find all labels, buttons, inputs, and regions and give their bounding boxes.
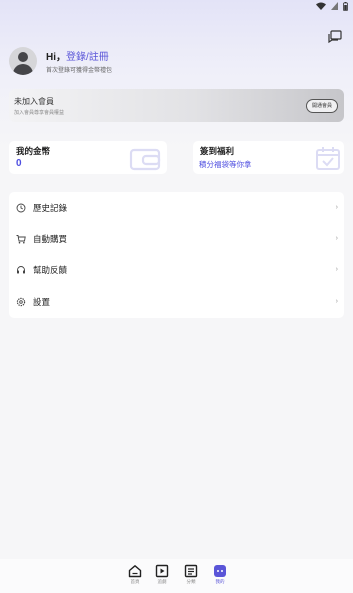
greeting-text: Hi， bbox=[46, 52, 66, 63]
sign-in-desc: 積分福袋等你拿 bbox=[199, 160, 252, 169]
tab-label-mine: 我的 bbox=[215, 579, 225, 584]
menu-label-auto-buy: 自動購買 bbox=[33, 233, 68, 244]
greeting: Hi，登錄/註冊 bbox=[46, 48, 109, 63]
tab-category[interactable]: 分類 bbox=[177, 564, 205, 590]
sign-in-card[interactable]: 簽到福利 積分福袋等你拿 bbox=[193, 141, 344, 174]
tab-drama[interactable]: 追劇 bbox=[148, 564, 176, 590]
vip-subtitle: 加入會員尊享會員權益 bbox=[14, 110, 65, 116]
profile-section[interactable]: Hi，登錄/註冊 首次登錄可獲得金幣禮包 bbox=[8, 44, 345, 78]
menu-list: 歷史記錄 › 自動購買 › 幫助反饋 › 設置 › bbox=[9, 192, 344, 318]
tab-label-drama: 追劇 bbox=[157, 579, 167, 584]
login-register-link[interactable]: 登錄/註冊 bbox=[66, 52, 109, 63]
chevron-right-icon: › bbox=[335, 266, 338, 273]
chevron-right-icon: › bbox=[335, 235, 338, 242]
sim-icon bbox=[330, 1, 338, 11]
menu-item-settings[interactable]: 設置 › bbox=[9, 286, 344, 317]
settings-icon bbox=[16, 297, 26, 306]
avatar[interactable] bbox=[9, 47, 37, 75]
status-bar bbox=[0, 0, 353, 12]
vip-banner[interactable]: 未加入會員 加入會員尊享會員權益 開通會員 bbox=[9, 89, 344, 122]
calendar-check-icon bbox=[316, 147, 340, 170]
menu-item-help-feedback[interactable]: 幫助反饋 › bbox=[9, 254, 344, 285]
sign-in-title: 簽到福利 bbox=[200, 146, 235, 156]
menu-item-auto-buy[interactable]: 自動購買 › bbox=[9, 223, 344, 254]
coins-title: 我的金幣 bbox=[16, 146, 51, 156]
home-icon bbox=[128, 565, 142, 578]
menu-label-settings: 設置 bbox=[33, 296, 51, 307]
tab-label-category: 分類 bbox=[186, 579, 196, 584]
menu-item-history[interactable]: 歷史記錄 › bbox=[9, 192, 344, 223]
history-icon bbox=[16, 203, 26, 212]
my-coins-card[interactable]: 我的金幣 0 bbox=[9, 141, 167, 174]
login-subtitle: 首次登錄可獲得金幣禮包 bbox=[46, 68, 113, 74]
menu-label-history: 歷史記錄 bbox=[33, 202, 68, 213]
coins-value: 0 bbox=[16, 158, 22, 169]
cart-icon bbox=[16, 234, 26, 243]
headphones-icon bbox=[17, 265, 25, 273]
tab-mine[interactable]: 我的 bbox=[206, 564, 234, 590]
chevron-right-icon: › bbox=[335, 204, 338, 211]
wallet-icon bbox=[129, 148, 161, 171]
menu-label-help-feedback: 幫助反饋 bbox=[33, 264, 68, 275]
chevron-right-icon: › bbox=[335, 298, 338, 305]
play-icon bbox=[155, 564, 169, 578]
profile-icon bbox=[214, 565, 226, 577]
tab-label-home: 首頁 bbox=[130, 579, 140, 584]
open-vip-button[interactable]: 開通會員 bbox=[305, 99, 338, 113]
vip-title: 未加入會員 bbox=[14, 97, 54, 106]
message-icon[interactable] bbox=[327, 30, 343, 44]
list-icon bbox=[184, 564, 198, 578]
battery-icon bbox=[342, 1, 348, 11]
tab-home[interactable]: 首頁 bbox=[121, 564, 149, 590]
wifi-icon bbox=[316, 1, 326, 11]
bottom-tab-bar: 首頁 追劇 分類 我的 bbox=[0, 559, 353, 593]
